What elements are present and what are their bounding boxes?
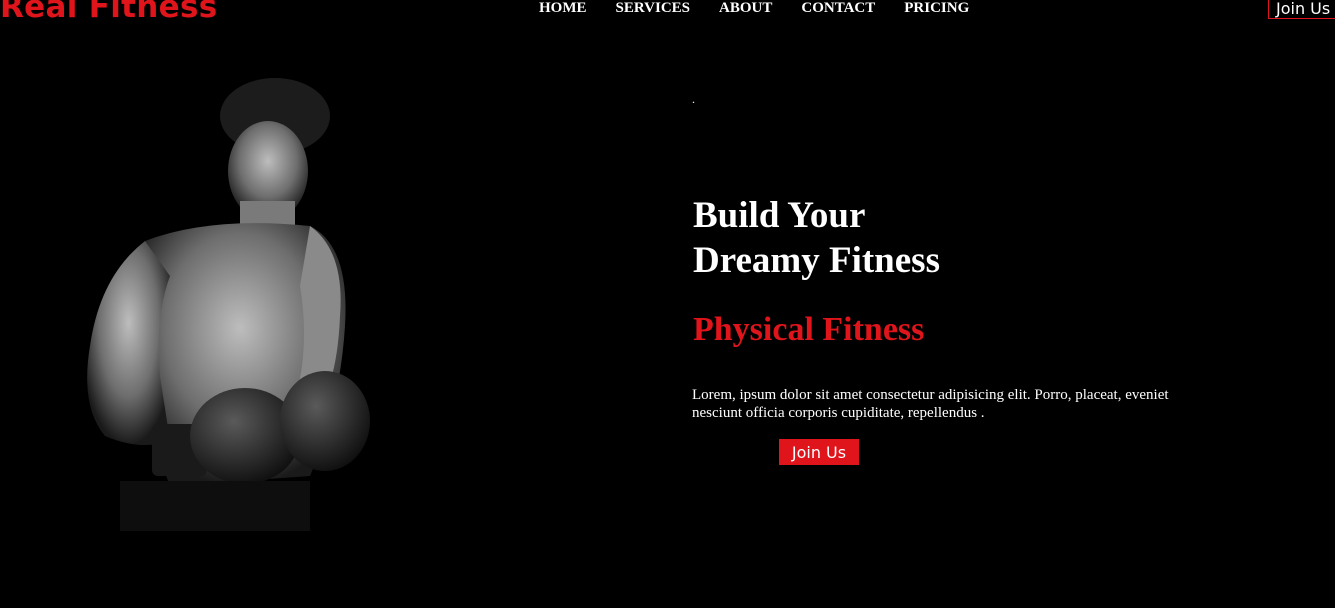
nav-item-about[interactable]: ABOUT (719, 0, 772, 16)
nav-item-contact[interactable]: CONTACT (801, 0, 875, 16)
left-arm-shape (87, 241, 170, 445)
hero-description: Lorem, ipsum dolor sit amet consectetur … (692, 387, 1169, 421)
hero-subheadline: Physical Fitness (693, 311, 925, 348)
shorts-shape (120, 481, 310, 531)
site-logo[interactable]: Real Fitness (0, 0, 217, 25)
main-nav: HOME SERVICES ABOUT CONTACT PRICING (539, 0, 998, 16)
glove-right (280, 371, 370, 471)
nav-item-home[interactable]: HOME (539, 0, 587, 16)
nav-item-pricing[interactable]: PRICING (904, 0, 969, 16)
decorative-dot: . (692, 92, 695, 106)
header-join-button[interactable]: Join Us (1268, 0, 1335, 19)
hero-headline-line2: Dreamy Fitness (693, 240, 940, 281)
join-us-button[interactable]: Join Us (779, 439, 859, 465)
boxer-photo (87, 78, 370, 531)
hero-headline-line1: Build Your (693, 195, 866, 236)
hero-headline: Build Your Dreamy Fitness (693, 193, 940, 283)
nav-item-services[interactable]: SERVICES (616, 0, 691, 16)
